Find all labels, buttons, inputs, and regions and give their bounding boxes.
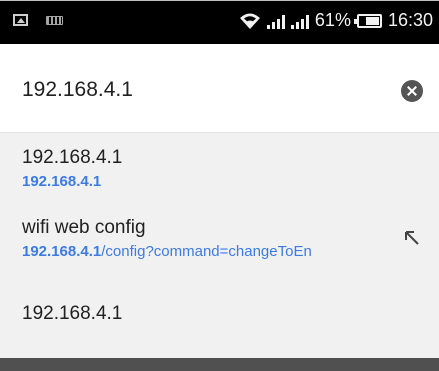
signal-icon [290, 13, 309, 29]
clock: 16:30 [387, 10, 433, 30]
battery-percent: 61% [314, 10, 351, 30]
keyboard-icon [46, 15, 63, 25]
suggestion-item[interactable]: 192.168.4.1 192.168.4.1 [22, 147, 402, 191]
suggestion-title: 192.168.4.1 [22, 303, 123, 324]
status-bar: 61% 16:30 [0, 0, 439, 44]
suggestion-url: 192.168.4.1 [22, 173, 102, 190]
address-bar[interactable]: 192.168.4.1 [0, 44, 439, 132]
suggestion-title: wifi web config [22, 217, 146, 238]
battery-icon [353, 13, 382, 28]
fill-arrow-icon[interactable] [403, 229, 421, 247]
bottom-bar [0, 358, 439, 371]
suggestion-item[interactable]: 192.168.4.1 [22, 303, 402, 325]
status-indicators: 61% 16:30 [239, 10, 433, 31]
suggestion-item[interactable]: wifi web config 192.168.4.1/config?comma… [22, 217, 382, 261]
wifi-icon [239, 13, 260, 29]
clear-icon[interactable] [401, 80, 423, 102]
image-notification-icon [13, 14, 28, 26]
suggestion-list: 192.168.4.1 192.168.4.1 wifi web config … [0, 132, 439, 358]
notification-icons [13, 14, 63, 26]
suggestion-title: 192.168.4.1 [22, 147, 123, 168]
suggestion-url: 192.168.4.1/config?command=changeToEn [22, 243, 312, 260]
url-input[interactable]: 192.168.4.1 [22, 78, 133, 102]
signal-icon [266, 13, 285, 29]
